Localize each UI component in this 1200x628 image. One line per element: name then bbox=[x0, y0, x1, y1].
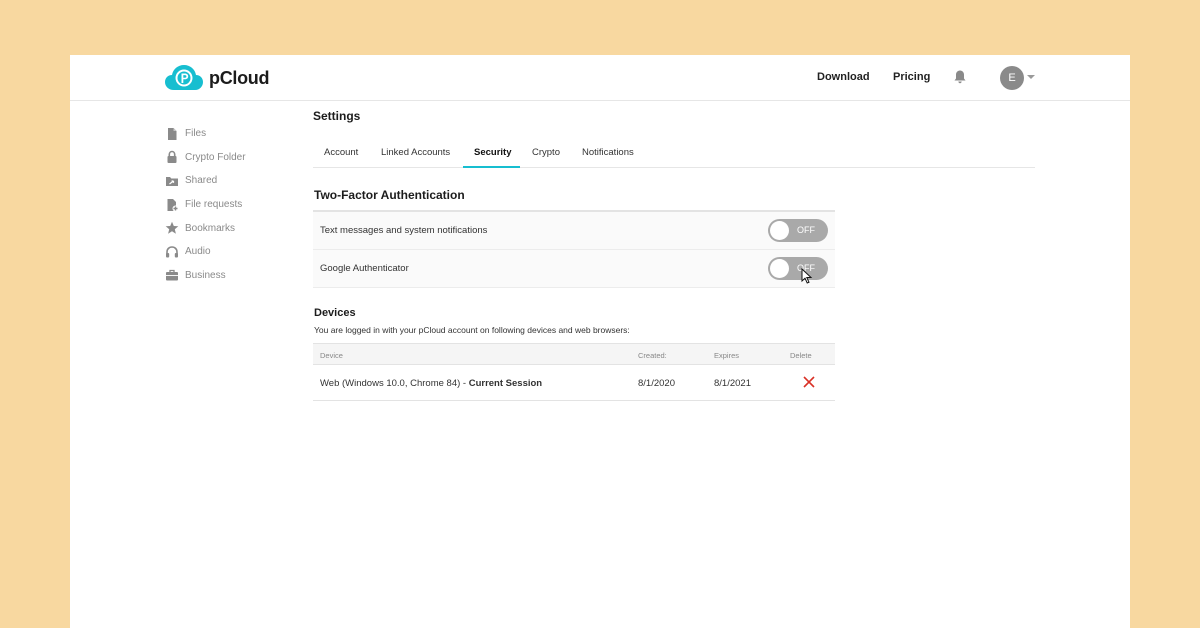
column-header-device: Device bbox=[320, 351, 343, 360]
sidebar-item-label: Business bbox=[185, 269, 226, 281]
tab-security[interactable]: Security bbox=[474, 147, 512, 168]
avatar[interactable]: E bbox=[1000, 66, 1024, 90]
app-window: pCloud Download Pricing E Files Crypto F… bbox=[70, 55, 1130, 628]
sidebar-item-label: Files bbox=[185, 128, 207, 140]
avatar-initial: E bbox=[1008, 72, 1016, 84]
briefcase-icon bbox=[166, 270, 178, 281]
star-icon bbox=[165, 221, 179, 234]
sidebar-item-label: Audio bbox=[185, 246, 211, 258]
two-factor-title: Two-Factor Authentication bbox=[314, 188, 465, 202]
tab-notifications[interactable]: Notifications bbox=[582, 147, 634, 168]
pcloud-logo[interactable]: pCloud bbox=[165, 65, 269, 91]
toggle-state: OFF bbox=[797, 225, 815, 235]
file-request-icon bbox=[167, 198, 179, 212]
two-factor-label: Google Authenticator bbox=[320, 263, 409, 274]
active-tab-indicator bbox=[463, 166, 520, 168]
bell-icon[interactable] bbox=[952, 69, 968, 85]
download-link[interactable]: Download bbox=[817, 71, 870, 83]
lock-icon bbox=[167, 151, 177, 164]
sidebar-item-label: File requests bbox=[185, 199, 243, 211]
pcloud-logo-icon bbox=[165, 65, 203, 90]
headphones-icon bbox=[166, 245, 178, 258]
current-session-label: Current Session bbox=[468, 378, 543, 389]
column-header-delete: Delete bbox=[790, 351, 812, 360]
toggle-knob bbox=[770, 221, 789, 240]
top-bar: pCloud Download Pricing E bbox=[70, 55, 1130, 101]
sms-toggle[interactable]: OFF bbox=[768, 219, 828, 242]
tab-linked-accounts[interactable]: Linked Accounts bbox=[381, 147, 450, 168]
sidebar-item-bookmarks[interactable]: Bookmarks bbox=[165, 216, 246, 240]
pricing-link[interactable]: Pricing bbox=[893, 71, 930, 83]
devices-title: Devices bbox=[314, 307, 356, 319]
chevron-down-icon[interactable] bbox=[1027, 75, 1035, 79]
device-expires-date: 8/1/2021 bbox=[714, 378, 751, 389]
two-factor-table: Text messages and system notifications O… bbox=[313, 210, 835, 288]
two-factor-label: Text messages and system notifications bbox=[320, 225, 488, 236]
tab-account[interactable]: Account bbox=[324, 147, 358, 168]
toggle-knob bbox=[770, 259, 789, 278]
sidebar-item-label: Shared bbox=[185, 175, 218, 187]
sidebar-item-files[interactable]: Files bbox=[165, 122, 246, 146]
sidebar-item-label: Bookmarks bbox=[185, 222, 236, 234]
google-authenticator-toggle[interactable]: OFF bbox=[768, 257, 828, 280]
page-title: Settings bbox=[313, 109, 361, 123]
pcloud-logo-text: pCloud bbox=[209, 67, 270, 88]
sidebar-item-shared[interactable]: Shared bbox=[165, 169, 246, 193]
two-factor-row-google-authenticator: Google Authenticator OFF bbox=[313, 250, 835, 288]
devices-table-header: Device Created: Expires Delete bbox=[313, 343, 835, 365]
sidebar-item-business[interactable]: Business bbox=[165, 264, 246, 288]
mouse-cursor-icon bbox=[801, 268, 813, 284]
sidebar-item-file-requests[interactable]: File requests bbox=[165, 193, 246, 217]
file-icon bbox=[168, 127, 177, 140]
column-header-expires: Expires bbox=[714, 351, 740, 360]
sidebar-item-label: Crypto Folder bbox=[185, 151, 246, 163]
settings-tabs: Account Linked Accounts Security Crypto … bbox=[313, 137, 1035, 168]
device-name: Web (Windows 10.0, Chrome 84) - Current … bbox=[320, 378, 542, 389]
sidebar-item-crypto-folder[interactable]: Crypto Folder bbox=[165, 146, 246, 170]
device-created-date: 8/1/2020 bbox=[638, 378, 675, 389]
sidebar: Files Crypto Folder Shared File requests… bbox=[165, 122, 246, 287]
column-header-created: Created: bbox=[638, 351, 667, 360]
device-description: Web (Windows 10.0, Chrome 84) - bbox=[320, 378, 469, 389]
devices-table: Device Created: Expires Delete Web (Wind… bbox=[313, 343, 835, 401]
sidebar-item-audio[interactable]: Audio bbox=[165, 240, 246, 264]
devices-description: You are logged in with your pCloud accou… bbox=[314, 325, 630, 335]
table-row: Web (Windows 10.0, Chrome 84) - Current … bbox=[313, 365, 835, 401]
tab-crypto[interactable]: Crypto bbox=[532, 147, 560, 168]
two-factor-row-sms: Text messages and system notifications O… bbox=[313, 212, 835, 250]
shared-folder-icon bbox=[166, 176, 178, 186]
delete-icon[interactable] bbox=[803, 376, 815, 388]
